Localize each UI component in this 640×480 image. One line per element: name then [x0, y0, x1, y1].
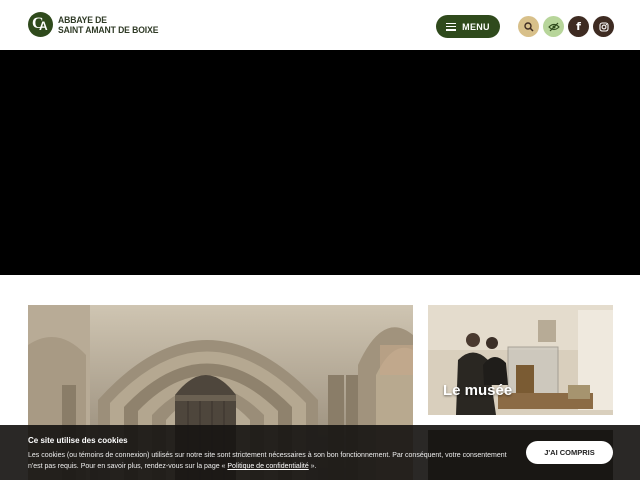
musee-card[interactable]: Le musée — [428, 305, 613, 415]
privacy-policy-link[interactable]: Politique de confidentialité — [227, 463, 308, 470]
hamburger-icon — [446, 22, 457, 31]
cookie-text: Les cookies (ou témoins de connexion) ut… — [28, 450, 518, 472]
search-button[interactable] — [518, 16, 539, 37]
cookie-title: Ce site utilise des cookies — [28, 436, 128, 445]
cookie-banner: Ce site utilise des cookies Les cookies … — [0, 425, 640, 480]
instagram-button[interactable] — [593, 16, 614, 37]
eye-slash-icon — [547, 22, 560, 31]
musee-title: Le musée — [443, 382, 513, 399]
instagram-icon — [598, 21, 609, 32]
menu-label: MENU — [462, 21, 490, 32]
site-header: CA ABBAYE DE SAINT AMANT DE BOIXE MENU f — [0, 0, 640, 50]
accessibility-button[interactable] — [543, 16, 564, 37]
search-icon — [523, 21, 534, 32]
logo-line-1: ABBAYE DE — [58, 14, 107, 25]
hero-video[interactable] — [0, 50, 640, 275]
menu-button[interactable]: MENU — [436, 15, 500, 38]
page: CA ABBAYE DE SAINT AMANT DE BOIXE MENU f… — [0, 0, 640, 480]
logo-mark: CA — [28, 12, 53, 37]
site-logo[interactable]: CA ABBAYE DE SAINT AMANT DE BOIXE — [28, 12, 158, 37]
facebook-icon: f — [576, 20, 581, 33]
logo-text: ABBAYE DE SAINT AMANT DE BOIXE — [58, 14, 159, 35]
cookie-text-after: ». — [308, 463, 317, 470]
logo-line-2: SAINT AMANT DE BOIXE — [58, 24, 159, 35]
accept-cookies-button[interactable]: J'AI COMPRIS — [526, 441, 613, 464]
facebook-button[interactable]: f — [568, 16, 589, 37]
